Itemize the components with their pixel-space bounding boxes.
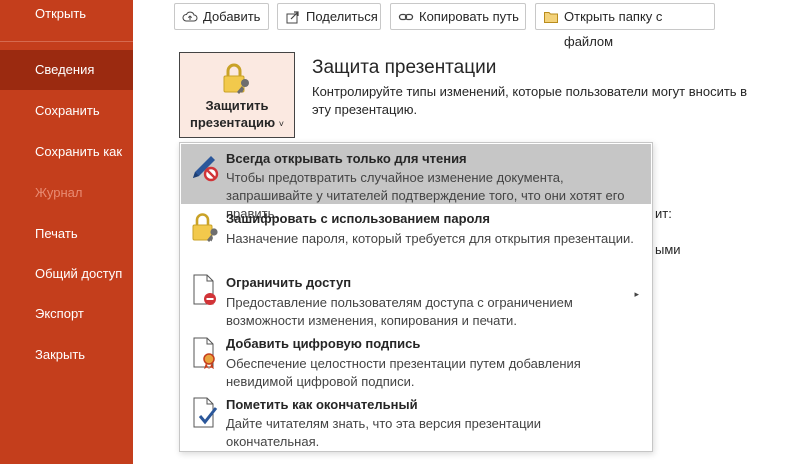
submenu-arrow-icon: ▸ bbox=[634, 289, 639, 299]
menu-item-title: Зашифровать с использованием пароля bbox=[226, 211, 491, 226]
lock-key-icon bbox=[192, 213, 218, 242]
menu-item-encrypt-password[interactable]: Зашифровать с использованием пароля Назн… bbox=[181, 205, 651, 263]
copy-path-button[interactable]: Копировать путь bbox=[390, 3, 526, 30]
document-restricted-icon bbox=[193, 274, 216, 305]
protect-label-line1: Защитить bbox=[205, 98, 269, 113]
sidebar-item-history: Журнал bbox=[35, 185, 83, 200]
sidebar-item-open[interactable]: Открыть bbox=[0, 0, 133, 34]
protect-section-description: Контролируйте типы изменений, которые по… bbox=[312, 84, 748, 117]
open-folder-button[interactable]: Открыть папку с файлом bbox=[535, 3, 715, 49]
copy-path-label: Копировать путь bbox=[419, 9, 519, 24]
protect-section-title: Защита презентации bbox=[312, 57, 497, 78]
folder-icon bbox=[544, 12, 558, 23]
protect-button-label: Защитить презентацию ˅ bbox=[180, 97, 294, 133]
share-icon bbox=[286, 11, 299, 24]
obscured-text-fragment: ит: bbox=[655, 206, 672, 221]
add-button[interactable]: Добавить bbox=[174, 3, 269, 30]
pencil-prohibited-icon bbox=[193, 156, 219, 182]
chevron-down-icon: ˅ bbox=[278, 119, 284, 129]
lock-key-icon bbox=[223, 63, 249, 94]
link-icon bbox=[398, 13, 414, 21]
share-button[interactable]: Поделиться bbox=[277, 3, 381, 30]
cloud-upload-icon bbox=[182, 11, 198, 22]
menu-item-always-read-only[interactable]: Всегда открывать только для чтения Чтобы… bbox=[181, 144, 651, 221]
menu-item-description: Дайте читателям знать, что эта версия пр… bbox=[226, 416, 542, 449]
sidebar-item-share[interactable]: Общий доступ bbox=[0, 254, 133, 294]
sidebar-item-close[interactable]: Закрыть bbox=[0, 335, 133, 375]
protect-dropdown-menu: Всегда открывать только для чтения Чтобы… bbox=[179, 142, 653, 452]
share-button-label: Поделиться bbox=[306, 9, 378, 24]
sidebar-item-export[interactable]: Экспорт bbox=[0, 294, 133, 334]
backstage-sidebar: Открыть Сведения Сохранить Сохранить как… bbox=[0, 0, 133, 464]
menu-item-title: Всегда открывать только для чтения bbox=[226, 151, 467, 166]
menu-item-restrict-access[interactable]: Ограничить доступ Предоставление пользов… bbox=[181, 267, 651, 329]
menu-item-title: Добавить цифровую подпись bbox=[226, 336, 421, 351]
sidebar-divider bbox=[0, 41, 133, 42]
menu-item-description: Предоставление пользователям доступа с о… bbox=[226, 295, 573, 328]
menu-item-description: Назначение пароля, который требуется для… bbox=[226, 231, 634, 246]
menu-item-add-digital-signature[interactable]: Добавить цифровую подпись Обеспечение це… bbox=[181, 330, 651, 392]
add-button-label: Добавить bbox=[203, 9, 261, 24]
obscured-text-fragment: ыми bbox=[655, 242, 681, 257]
sidebar-item-print[interactable]: Печать bbox=[0, 214, 133, 254]
menu-item-description: Обеспечение целостности презентации путе… bbox=[226, 356, 581, 389]
protect-presentation-button[interactable]: Защитить презентацию ˅ bbox=[179, 52, 295, 138]
document-check-icon bbox=[193, 397, 218, 428]
document-ribbon-icon bbox=[193, 337, 215, 369]
menu-item-title: Пометить как окончательный bbox=[226, 397, 418, 412]
sidebar-item-info[interactable]: Сведения bbox=[0, 50, 133, 90]
sidebar-item-save-as[interactable]: Сохранить как bbox=[0, 132, 133, 172]
menu-item-title: Ограничить доступ bbox=[226, 275, 352, 290]
protect-label-line2: презентацию bbox=[190, 115, 276, 130]
sidebar-item-save[interactable]: Сохранить bbox=[0, 91, 133, 131]
menu-item-mark-as-final[interactable]: Пометить как окончательный Дайте читател… bbox=[181, 394, 651, 449]
open-folder-label: Открыть папку с файлом bbox=[564, 9, 663, 49]
